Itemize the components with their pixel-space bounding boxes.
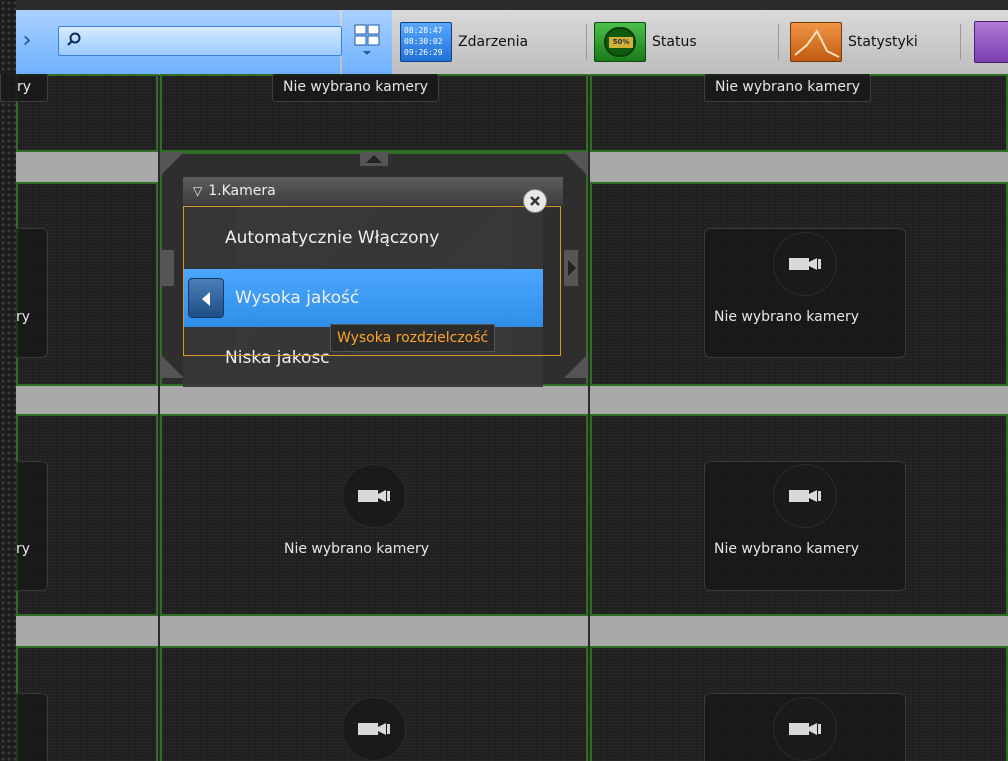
video-camera-icon <box>358 490 390 502</box>
menu-item-auto[interactable]: Automatycznie Włączony <box>183 209 543 267</box>
tile-header-bar <box>16 386 158 416</box>
menu-body: Automatycznie Włączony Wysoka jakość Nis… <box>183 205 543 387</box>
status-label: Status <box>652 34 697 50</box>
collapse-triangle-icon[interactable]: ▽ <box>193 177 202 205</box>
messages-button[interactable] <box>974 10 1008 74</box>
messages-icon <box>974 21 1008 63</box>
close-icon <box>530 196 540 206</box>
events-time-2: 08:30:02 <box>404 37 443 46</box>
close-button[interactable] <box>523 189 547 213</box>
tile-header-bar <box>160 616 588 646</box>
no-camera-label: Nie wybrano kamery <box>272 74 440 102</box>
menu-item-label: Wysoka jakość <box>235 288 360 308</box>
tooltip: Wysoka rozdzielczość <box>330 324 496 352</box>
search-icon[interactable] <box>67 32 81 46</box>
no-camera-panel <box>16 461 48 591</box>
statistics-label: Statystyki <box>848 34 918 50</box>
desktop-background <box>0 0 16 761</box>
events-label: Zdarzenia <box>458 34 529 50</box>
tile-header-bar <box>590 616 1008 646</box>
no-camera-panel <box>16 693 48 761</box>
toolbar-divider <box>960 24 961 60</box>
top-toolbar: › 08:28:47 08:30:02 09:26:29 Zdarzenia 5… <box>16 10 1008 75</box>
tile-header-bar <box>16 152 158 182</box>
menu-item-label: Niska jakosc <box>225 348 330 368</box>
tile-label-partial: ry <box>16 309 31 325</box>
layout-grid-button[interactable] <box>342 10 392 74</box>
search-input[interactable] <box>91 31 335 53</box>
toolbar-search-area: › <box>16 10 342 74</box>
arrow-right-icon <box>568 260 576 276</box>
resize-handle-left[interactable] <box>160 250 174 286</box>
tile-label-partial: ry <box>0 74 48 102</box>
tile-header-bar <box>160 386 588 416</box>
video-camera-icon <box>358 723 390 735</box>
tile-header-bar <box>590 152 1008 182</box>
video-camera-icon <box>789 723 821 735</box>
menu-title: 1.Kamera <box>208 183 276 199</box>
status-icon: 50% <box>594 22 646 62</box>
no-camera-label: Nie wybrano kamery <box>714 541 860 557</box>
toolbar-divider <box>778 24 779 60</box>
statistics-button[interactable]: Statystyki <box>790 10 918 74</box>
menu-item-label: Automatycznie Włączony <box>225 228 440 248</box>
camera-quality-menu: ▽ 1.Kamera Automatycznie Włączony Wysoka … <box>183 177 563 387</box>
events-icon: 08:28:47 08:30:02 09:26:29 <box>400 22 452 62</box>
events-time-1: 08:28:47 <box>404 26 443 35</box>
events-button[interactable]: 08:28:47 08:30:02 09:26:29 Zdarzenia <box>400 10 528 74</box>
status-badge: 50% <box>609 37 633 48</box>
no-camera-label: Nie wybrano kamery <box>714 309 860 325</box>
video-camera-icon <box>789 258 821 270</box>
events-time-3: 09:26:29 <box>404 48 443 57</box>
no-camera-label: Nie wybrano kamery <box>704 74 872 102</box>
arrow-left-icon <box>202 292 210 306</box>
toolbar-divider <box>586 24 587 60</box>
tile-header-bar <box>590 386 1008 416</box>
menu-item-high-quality[interactable]: Wysoka jakość <box>183 269 543 327</box>
statistics-icon <box>790 22 842 62</box>
status-button[interactable]: 50% Status <box>594 10 697 74</box>
arrow-up-icon <box>366 155 382 163</box>
search-box[interactable] <box>58 26 342 56</box>
expand-chevron-icon[interactable]: › <box>16 10 38 74</box>
no-camera-panel <box>16 228 48 358</box>
no-camera-label: Nie wybrano kamery <box>284 541 430 557</box>
video-camera-icon <box>789 490 821 502</box>
menu-title-bar[interactable]: ▽ 1.Kamera <box>183 177 563 205</box>
tile-label-partial: ry <box>16 541 31 557</box>
tile-header-bar <box>16 616 158 646</box>
line-chart-icon <box>794 29 840 58</box>
back-button[interactable] <box>188 278 224 318</box>
grid-layout-icon <box>354 24 380 55</box>
